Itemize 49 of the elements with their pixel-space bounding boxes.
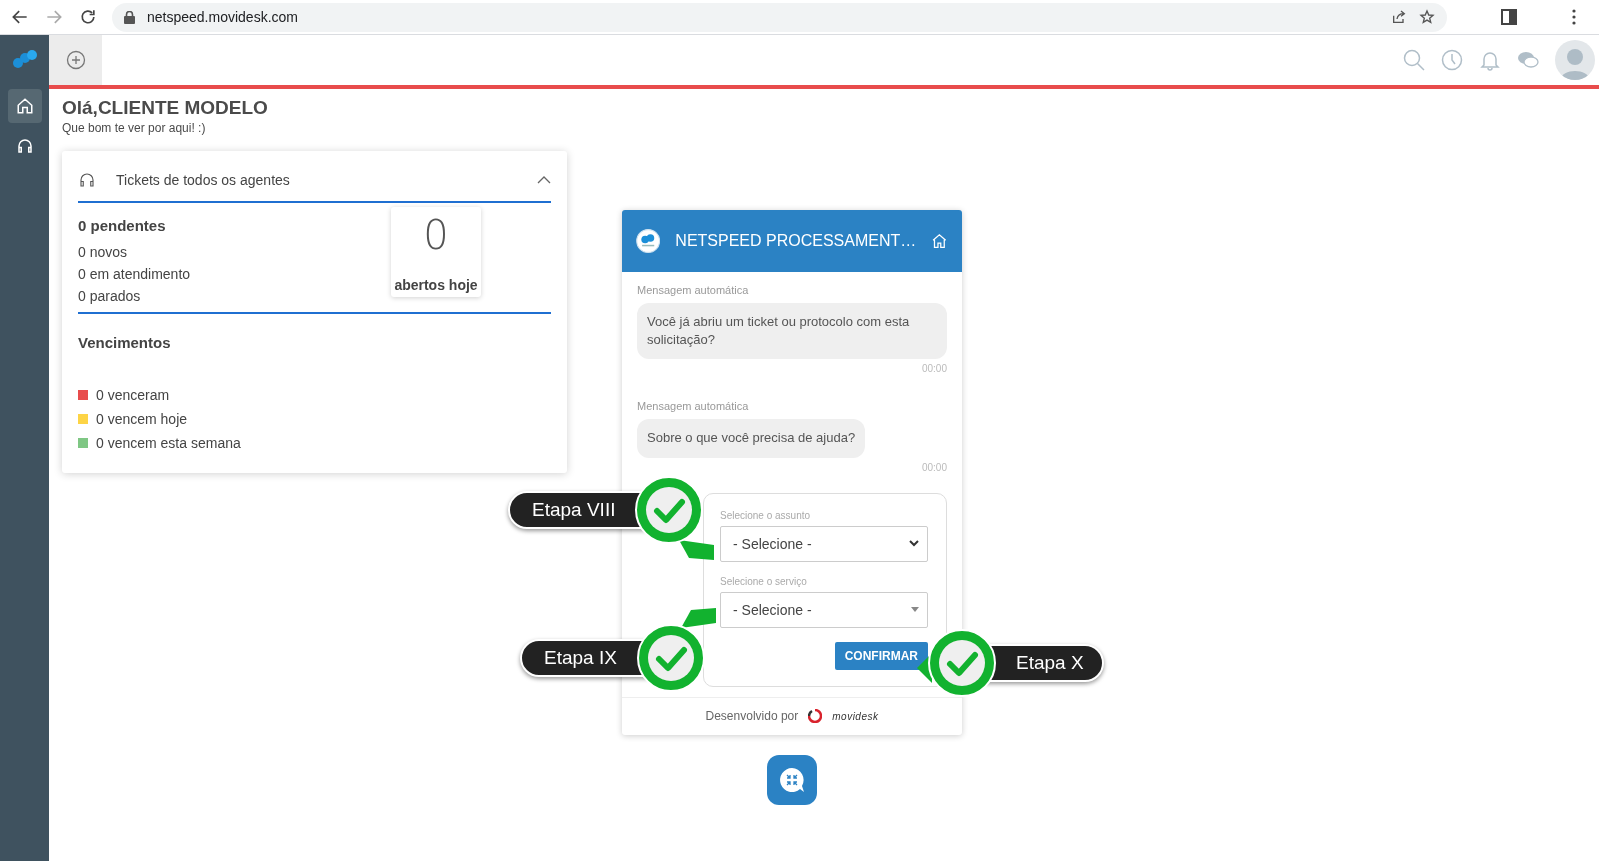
message-time: 00:00 (921, 363, 947, 375)
greeting-title: Olá,CLIENTE MODELO (62, 97, 269, 119)
message-sender: Mensagem automática (637, 284, 750, 296)
star-icon[interactable] (1419, 9, 1435, 25)
status-count: 0 em atendimento (78, 266, 191, 282)
select-field[interactable]: - Selecione - (720, 591, 928, 628)
message-bubble: Sobre o que você precisa de ajuda? (637, 419, 866, 458)
url-text: netspeed.movidesk.com (147, 9, 299, 25)
chat-launcher-button[interactable] (767, 755, 817, 805)
side-panel-icon[interactable] (1501, 9, 1517, 25)
message-time: 00:00 (921, 461, 947, 473)
home-icon (15, 97, 34, 115)
chat-bubble-icon (778, 766, 806, 794)
select-field[interactable]: - Selecione - (720, 525, 928, 562)
logo-icon (11, 49, 38, 69)
confirm-button[interactable]: CONFIRMAR (834, 641, 928, 670)
lock-icon (124, 10, 135, 24)
headset-icon (15, 137, 34, 155)
plus-icon (65, 50, 86, 70)
due-count: 0 venceram (96, 387, 170, 403)
reload-icon[interactable] (78, 7, 98, 27)
today-label: abertos hoje (394, 277, 478, 293)
chevron-icon[interactable] (537, 175, 551, 185)
status-count: 0 novos (78, 244, 129, 260)
sidebar-item[interactable] (7, 89, 42, 123)
menu-icon[interactable] (1571, 9, 1577, 25)
message-sender: Mensagem automática (637, 400, 750, 413)
share-icon[interactable] (1391, 9, 1407, 25)
today-count: 0 (423, 215, 449, 255)
chat-title: NETSPEED PROCESSAMENT… (675, 232, 917, 250)
user-silhouette-icon (1560, 46, 1590, 80)
due-count: 0 vencem esta semana (96, 435, 241, 451)
address-bar[interactable]: netspeed.movidesk.com (112, 2, 1447, 32)
footer-text: Desenvolvido por (705, 709, 799, 724)
greeting-subtitle: Que bom te ver por aqui! :) (62, 121, 207, 135)
status-count: 0 parados (78, 288, 142, 304)
field-label: Selecione o assunto (720, 509, 812, 521)
card-title: Tickets de todos os agentes (116, 172, 291, 188)
due-title: Vencimentos (78, 334, 172, 351)
add-tab[interactable] (49, 35, 102, 85)
field-label: Selecione o serviço (720, 575, 808, 587)
headset-icon (78, 171, 96, 189)
chevron-down-icon (909, 540, 919, 548)
brand-name: movidesk (832, 710, 879, 722)
caret-icon (911, 607, 919, 613)
due-count: 0 vencem hoje (96, 411, 188, 427)
message-bubble: Você já abriu um ticket ou protocolo com esta solicitação? (637, 303, 947, 360)
brand-logo-icon (808, 709, 823, 724)
pending-count: 0 pendentes (78, 217, 167, 234)
